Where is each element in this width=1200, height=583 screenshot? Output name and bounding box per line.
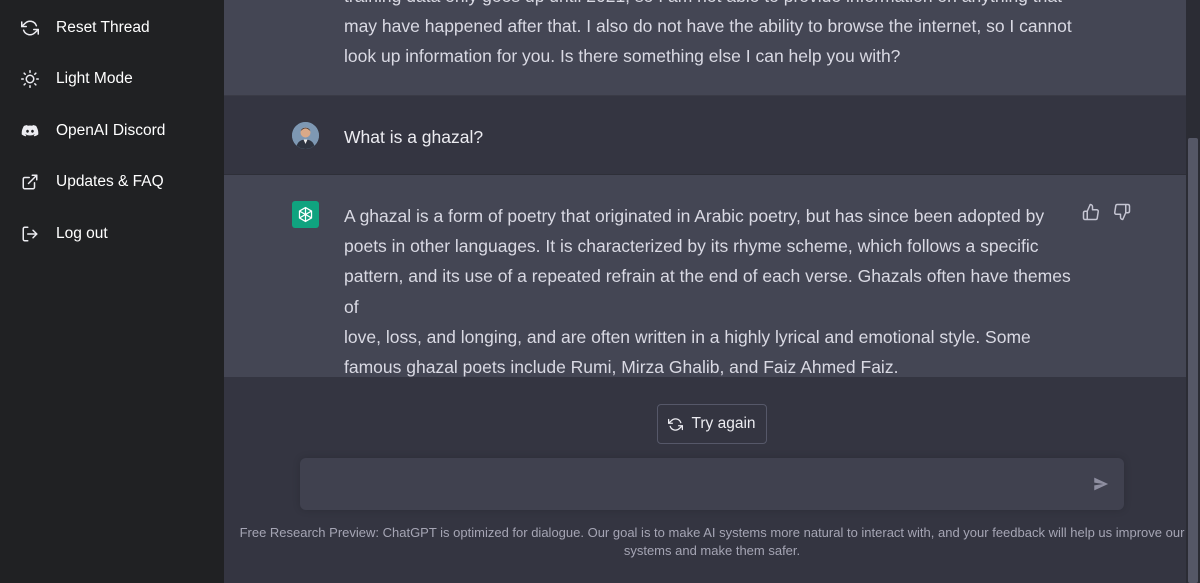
chatgpt-logo-icon [292,201,319,228]
try-again-label: Try again [691,415,756,432]
footer-disclaimer: Free Research Preview: ChatGPT is optimi… [239,525,1185,558]
sidebar-item-label: OpenAI Discord [56,121,166,139]
thumbs-up-icon[interactable] [1082,203,1100,221]
sidebar-item-light-mode[interactable]: Light Mode [0,54,224,106]
discord-icon [21,122,39,140]
message-line: poets in other languages. It is characte… [344,236,1039,257]
try-again-button[interactable]: Try again [657,404,767,444]
user-message: What is a ghazal? [224,96,1186,175]
message-line: look up information for you. Is there so… [344,46,901,67]
thumbs-down-icon[interactable] [1113,203,1131,221]
message-input[interactable] [314,472,1074,496]
feedback-buttons [1082,203,1131,221]
message-text: A ghazal is a form of poetry that origin… [344,201,1079,382]
sun-icon [21,70,39,89]
sidebar: Reset Thread Light Mode OpenAI Discord U… [0,0,224,583]
message-line: famous ghazal poets include Rumi, Mirza … [344,357,899,378]
message-text: What is a ghazal? [344,127,484,147]
message-composer [300,458,1124,510]
sidebar-item-log-out[interactable]: Log out [0,208,224,260]
message-line: pattern, and its use of a repeated refra… [344,266,1071,317]
message-line: love, loss, and longing, and are often w… [344,326,1031,347]
message-line: training data only goes up until 2021, s… [344,0,1079,11]
refresh-icon [668,417,684,432]
send-icon[interactable] [1092,475,1112,495]
sidebar-item-label: Reset Thread [56,18,150,36]
message-line: A ghazal is a form of poetry that origin… [344,206,1045,226]
external-link-icon [21,173,39,191]
assistant-message: A ghazal is a form of poetry that origin… [224,175,1186,377]
logout-icon [21,225,39,243]
sidebar-item-label: Updates & FAQ [56,173,164,191]
sidebar-item-updates-faq[interactable]: Updates & FAQ [0,157,224,209]
sidebar-item-reset-thread[interactable]: Reset Thread [0,2,224,54]
sidebar-item-label: Light Mode [56,70,133,88]
assistant-message-previous: training data only goes up until 2021, s… [224,0,1186,96]
scrollbar-thumb[interactable] [1188,138,1198,583]
user-avatar [292,122,319,149]
message-line: may have happened after that. I also do … [344,16,1072,37]
sidebar-item-label: Log out [56,224,108,242]
refresh-icon [21,19,39,37]
conversation-area: training data only goes up until 2021, s… [224,0,1186,583]
message-text: training data only goes up until 2021, s… [344,0,1079,72]
sidebar-item-openai-discord[interactable]: OpenAI Discord [0,105,224,157]
scrollbar[interactable] [1186,0,1200,583]
